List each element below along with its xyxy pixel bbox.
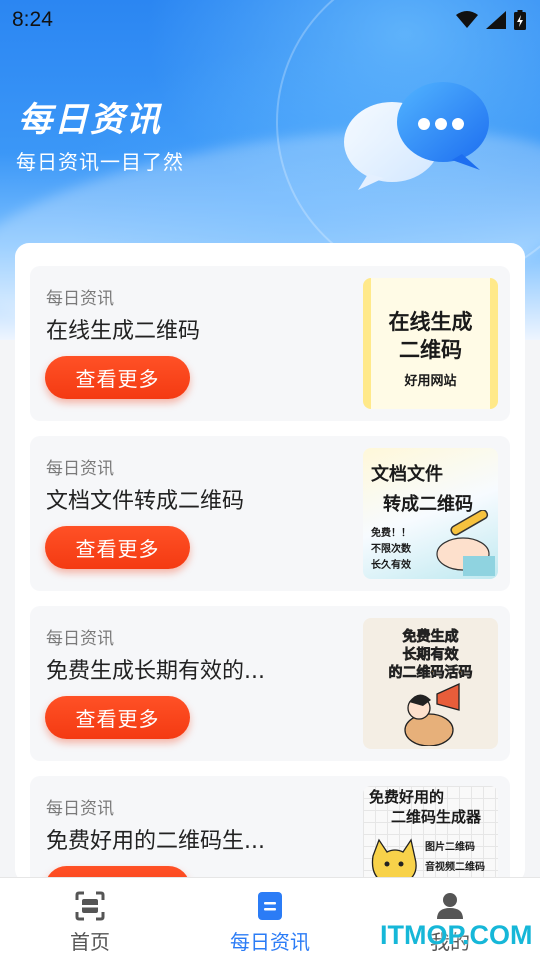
thumbnail-text: 的二维码活码 — [388, 665, 473, 682]
thumbnail-text: 长期有效 — [402, 647, 459, 664]
card-title: 免费生成长期有效的... — [46, 659, 265, 684]
chat-bubbles-icon — [344, 82, 489, 190]
thumbnail-text: 不限次数 — [371, 544, 411, 555]
thumbnail-text: 免费！！ — [371, 528, 411, 539]
card-title: 在线生成二维码 — [46, 319, 201, 344]
page-title: 每日资讯 — [18, 100, 162, 140]
news-card[interactable]: 每日资讯 文档文件转成二维码 查看更多 文档文件 转成二维码 免费！！ 不限次数… — [30, 436, 510, 591]
battery-charging-icon — [514, 10, 526, 30]
person-icon — [437, 893, 463, 919]
watermark-text: ITMOP.COM — [380, 920, 533, 950]
card-title: 免费好用的二维码生... — [46, 829, 265, 854]
thumbnail-text: 在线生成 — [388, 310, 473, 334]
signal-icon — [486, 11, 506, 29]
card-category: 每日资讯 — [46, 459, 114, 479]
thumbnail-text: 好用网站 — [404, 374, 457, 389]
news-card[interactable]: 每日资讯 免费生成长期有效的... 查看更多 免费生成 长期有效 的二维码活码 — [30, 606, 510, 761]
card-category: 每日资讯 — [46, 799, 114, 819]
nav-item-daily-news[interactable]: 每日资讯 — [180, 878, 360, 960]
thumbnail-text: 二维码生成器 — [391, 808, 482, 826]
status-time: 8:24 — [12, 8, 53, 31]
card-thumbnail: 免费生成 长期有效 的二维码活码 — [363, 618, 498, 749]
megaphone-person-icon — [404, 682, 460, 746]
page-subtitle: 每日资讯一目了然 — [16, 150, 184, 174]
thumbnail-text: 文档文件 — [371, 464, 443, 485]
hand-pencil-icon — [436, 510, 495, 576]
card-thumbnail: 文档文件 转成二维码 免费！！ 不限次数 长久有效 — [363, 448, 498, 579]
nav-label-home: 首页 — [70, 930, 110, 954]
view-more-button[interactable]: 查看更多 — [45, 526, 190, 569]
status-icons — [456, 10, 526, 30]
thumbnail-text: 二维码 — [399, 338, 462, 362]
scan-frame-icon — [75, 891, 105, 921]
card-category: 每日资讯 — [46, 289, 114, 309]
status-bar: 8:24 — [0, 0, 540, 40]
nav-label-daily-news: 每日资讯 — [230, 930, 310, 954]
thumbnail-text: 免费好用的 — [369, 788, 445, 806]
thumbnail-text: 长久有效 — [371, 560, 411, 571]
news-card[interactable]: 每日资讯 在线生成二维码 查看更多 在线生成 二维码 好用网站 — [30, 266, 510, 421]
card-thumbnail: 在线生成 二维码 好用网站 — [363, 278, 498, 409]
view-more-button[interactable]: 查看更多 — [45, 356, 190, 399]
card-title: 文档文件转成二维码 — [46, 489, 245, 514]
nav-item-home[interactable]: 首页 — [0, 878, 180, 960]
thumbnail-text: 音视频二维码 — [425, 862, 485, 873]
wifi-icon — [456, 11, 478, 28]
document-icon — [258, 892, 282, 920]
card-category: 每日资讯 — [46, 629, 114, 649]
view-more-button[interactable]: 查看更多 — [45, 696, 190, 739]
thumbnail-text: 免费生成 — [402, 629, 459, 646]
thumbnail-text: 图片二维码 — [425, 842, 475, 853]
thumbnail-text: 免费！！ 不限次数 长久有效 — [371, 526, 411, 574]
